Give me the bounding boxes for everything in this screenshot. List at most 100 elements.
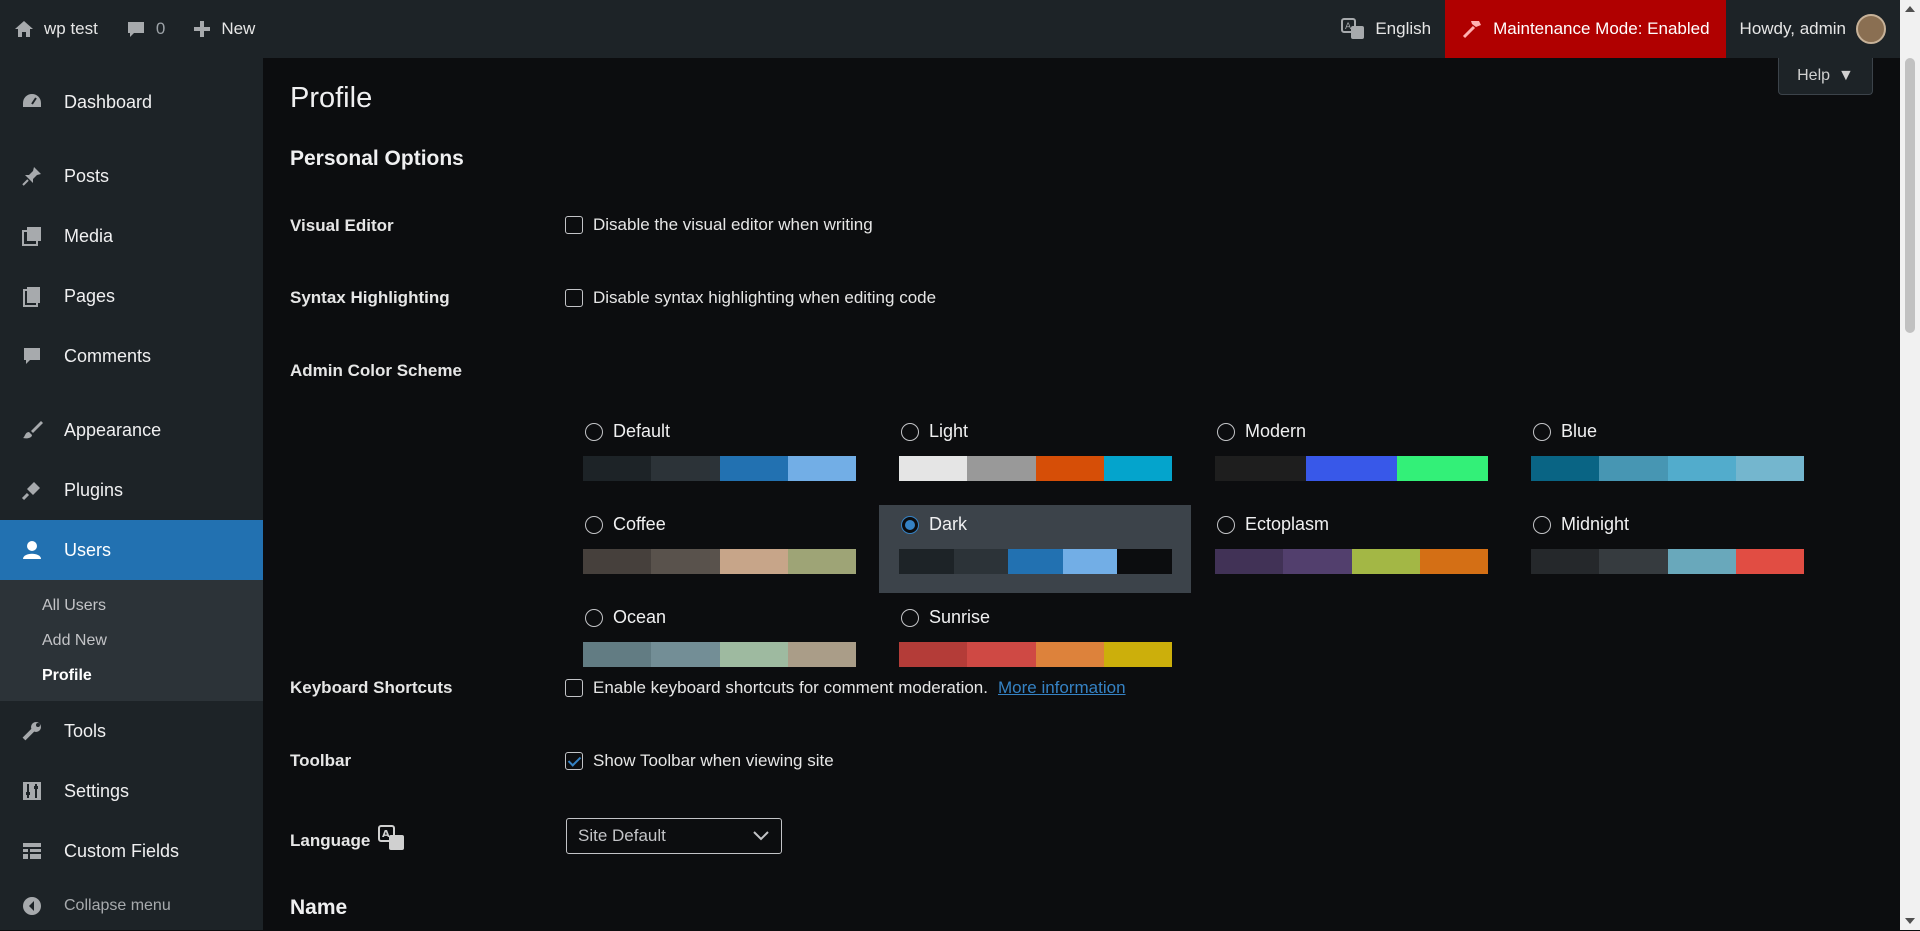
collapse-menu-button[interactable]: Collapse menu	[0, 881, 263, 931]
color-scheme-radio[interactable]	[585, 515, 603, 534]
site-name-link[interactable]: wp test	[0, 0, 112, 58]
maintenance-label: Maintenance Mode: Enabled	[1493, 19, 1710, 38]
color-scheme-radio[interactable]	[1533, 515, 1551, 534]
submenu-all-users[interactable]: All Users	[0, 588, 263, 623]
color-scheme-midnight[interactable]: Midnight	[1511, 505, 1823, 593]
comments-link[interactable]: 0	[112, 0, 179, 58]
color-swatch	[1397, 456, 1488, 481]
menu-pages[interactable]: Pages	[0, 266, 263, 326]
color-scheme-default[interactable]: Default	[563, 412, 875, 500]
scrollbar-thumb[interactable]	[1905, 58, 1915, 333]
color-scheme-radio[interactable]	[1533, 422, 1551, 441]
menu-plugins[interactable]: Plugins	[0, 460, 263, 520]
color-scheme-light[interactable]: Light	[879, 412, 1191, 500]
color-scheme-radio[interactable]	[585, 422, 603, 441]
color-swatch	[899, 642, 968, 667]
color-scheme-radio[interactable]	[901, 608, 919, 627]
menu-users[interactable]: Users	[0, 520, 263, 580]
color-scheme-radio[interactable]	[1217, 422, 1235, 441]
syntax-highlighting-text: Disable syntax highlighting when editing…	[593, 288, 937, 307]
color-swatch	[651, 549, 720, 574]
syntax-highlighting-checkbox[interactable]	[565, 289, 583, 307]
translation-icon: A	[1341, 18, 1365, 40]
color-scheme-name: Dark	[929, 514, 968, 534]
language-row-label: Language A	[290, 825, 406, 856]
color-swatch	[1035, 456, 1104, 481]
color-scheme-name: Sunrise	[929, 607, 991, 627]
users-submenu: All Users Add New Profile	[0, 580, 263, 701]
color-scheme-header: Ectoplasm	[1217, 514, 1329, 535]
menu-label: Dashboard	[64, 91, 153, 112]
page-title: Profile	[290, 82, 373, 114]
menu-label: Posts	[64, 165, 110, 186]
color-scheme-radio[interactable]	[901, 515, 919, 534]
visual-editor-option[interactable]: Disable the visual editor when writing	[565, 215, 873, 235]
color-swatch	[787, 642, 856, 667]
translation-icon: A	[378, 825, 406, 856]
admin-sidebar: Dashboard Posts Media Pages Comments App…	[0, 58, 263, 930]
color-scheme-radio[interactable]	[1217, 515, 1235, 534]
menu-settings[interactable]: Settings	[0, 761, 263, 821]
color-swatch	[651, 456, 720, 481]
color-swatch	[967, 456, 1036, 481]
color-scheme-ocean[interactable]: Ocean	[563, 598, 875, 686]
menu-label: Plugins	[64, 479, 124, 500]
submenu-add-new[interactable]: Add New	[0, 623, 263, 658]
maintenance-mode-link[interactable]: Maintenance Mode: Enabled	[1445, 0, 1726, 58]
keyboard-shortcuts-checkbox[interactable]	[565, 679, 583, 697]
scroll-up-arrow-icon[interactable]	[1905, 6, 1915, 12]
color-scheme-ectoplasm[interactable]: Ectoplasm	[1195, 505, 1507, 593]
color-swatch	[1008, 549, 1063, 574]
language-select-value: Site Default	[578, 826, 666, 845]
wrench-icon	[20, 719, 44, 743]
admin-toolbar: wp test 0 New A English Maintenance Mode…	[0, 0, 1900, 58]
color-swatch	[1215, 549, 1284, 574]
plug-icon	[20, 478, 44, 502]
menu-media[interactable]: Media	[0, 206, 263, 266]
home-icon	[14, 19, 34, 39]
language-select[interactable]: Site Default	[566, 818, 782, 854]
menu-custom-fields[interactable]: Custom Fields	[0, 821, 263, 881]
scroll-down-arrow-icon[interactable]	[1905, 918, 1915, 924]
color-swatch	[1062, 549, 1118, 574]
menu-tools[interactable]: Tools	[0, 701, 263, 761]
color-scheme-dark[interactable]: Dark	[879, 505, 1191, 593]
menu-label: Media	[64, 225, 114, 246]
color-scheme-name: Light	[929, 421, 969, 441]
color-swatch	[1599, 549, 1668, 574]
syntax-highlighting-option[interactable]: Disable syntax highlighting when editing…	[565, 288, 936, 308]
toolbar-checkbox[interactable]	[565, 752, 583, 770]
visual-editor-text: Disable the visual editor when writing	[593, 215, 873, 234]
submenu-profile[interactable]: Profile	[0, 658, 263, 693]
menu-posts[interactable]: Posts	[0, 146, 263, 206]
section-heading-name: Name	[290, 896, 348, 919]
language-switcher[interactable]: A English	[1327, 0, 1445, 58]
color-scheme-name: Coffee	[613, 514, 666, 534]
color-scheme-name: Default	[613, 421, 671, 441]
syntax-highlighting-label: Syntax Highlighting	[290, 288, 450, 307]
color-scheme-header: Light	[901, 421, 968, 442]
color-swatch	[1735, 549, 1804, 574]
new-content-link[interactable]: New	[179, 0, 269, 58]
color-scheme-blue[interactable]: Blue	[1511, 412, 1823, 500]
more-information-link[interactable]: More information	[998, 678, 1126, 698]
visual-editor-checkbox[interactable]	[565, 216, 583, 234]
keyboard-shortcuts-text: Enable keyboard shortcuts for comment mo…	[593, 678, 988, 697]
keyboard-shortcuts-option[interactable]: Enable keyboard shortcuts for comment mo…	[565, 678, 1126, 698]
my-account-link[interactable]: Howdy, admin	[1726, 0, 1900, 58]
color-scheme-radio[interactable]	[585, 608, 603, 627]
color-scheme-coffee[interactable]: Coffee	[563, 505, 875, 593]
color-scheme-label: Admin Color Scheme	[290, 361, 462, 380]
color-scheme-radio[interactable]	[901, 422, 919, 441]
toolbar-option[interactable]: Show Toolbar when viewing site	[565, 751, 834, 771]
color-scheme-sunrise[interactable]: Sunrise	[879, 598, 1191, 686]
menu-label: Users	[64, 539, 112, 560]
color-scheme-modern[interactable]: Modern	[1195, 412, 1507, 500]
page-scrollbar[interactable]	[1900, 0, 1920, 930]
menu-appearance[interactable]: Appearance	[0, 400, 263, 460]
help-button[interactable]: Help ▼	[1778, 58, 1873, 95]
color-swatch	[1117, 549, 1172, 574]
menu-comments[interactable]: Comments	[0, 326, 263, 386]
caret-down-icon: ▼	[1838, 67, 1854, 84]
menu-dashboard[interactable]: Dashboard	[0, 72, 263, 132]
